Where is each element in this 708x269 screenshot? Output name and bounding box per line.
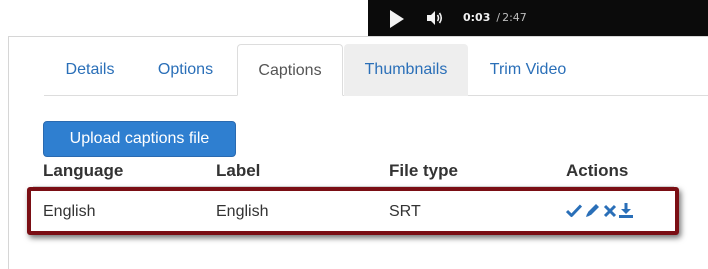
column-header-file-type: File type (389, 161, 458, 180)
caption-actions (566, 200, 646, 220)
tab-options[interactable]: Options (141, 44, 230, 96)
column-header-language: Language (43, 161, 124, 180)
tab-thumbnails[interactable]: Thumbnails (344, 44, 468, 96)
tab-trim-video[interactable]: Trim Video (474, 44, 582, 96)
volume-icon[interactable] (424, 8, 444, 28)
tab-details[interactable]: Details (44, 44, 136, 96)
caption-language-cell: English (43, 203, 96, 220)
column-header-label: Label (216, 161, 261, 180)
tab-bar: Details Options Captions Thumbnails Trim… (44, 44, 708, 96)
video-edit-panel: 0:03 /2:47 Details Options Captions Thumb… (0, 0, 708, 269)
tab-captions[interactable]: Captions (237, 44, 343, 96)
panel-top-border (8, 36, 708, 37)
play-icon[interactable] (390, 10, 404, 28)
pencil-icon[interactable] (584, 200, 600, 220)
caption-file-type-cell: SRT (389, 203, 421, 220)
check-icon[interactable] (566, 200, 582, 220)
current-time: 0:03 (463, 11, 491, 24)
time-separator: / (496, 11, 501, 24)
caption-label-cell: English (216, 203, 269, 220)
delete-icon[interactable] (602, 200, 618, 220)
upload-captions-button[interactable]: Upload captions file (43, 121, 236, 157)
column-header-actions: Actions (566, 161, 629, 180)
time-display: 0:03 /2:47 (463, 11, 527, 24)
panel-left-border (8, 36, 9, 269)
video-player-controls: 0:03 /2:47 (368, 0, 708, 36)
download-icon[interactable] (618, 200, 634, 220)
duration: 2:47 (502, 11, 527, 24)
